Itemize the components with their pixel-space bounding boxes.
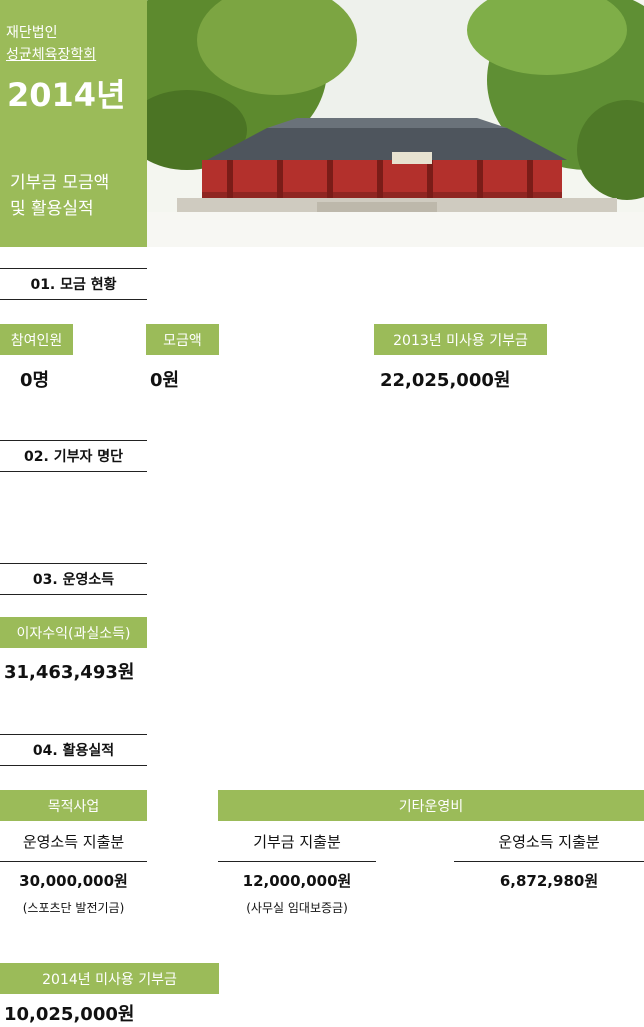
amount-label: 모금액 bbox=[146, 324, 219, 355]
subtitle-line1: 기부금 모금액 bbox=[10, 173, 110, 193]
col2-value: 12,000,000원 bbox=[242, 872, 352, 890]
section-title-donors: 02. 기부자 명단 bbox=[0, 440, 147, 472]
org-name-line2: 성균체육장학회 bbox=[6, 47, 97, 63]
col1-header: 운영소득 지출분 bbox=[0, 822, 147, 862]
col2-note: (사무실 임대보증금) bbox=[246, 901, 348, 915]
purpose-label: 목적사업 bbox=[0, 790, 147, 821]
other-expense-label: 기타운영비 bbox=[218, 790, 644, 821]
hall-photo bbox=[147, 0, 644, 247]
report-year: 2014년 bbox=[7, 76, 126, 114]
col3-value: 6,872,980원 bbox=[499, 872, 599, 890]
section-title-usage: 04. 활용실적 bbox=[0, 734, 147, 766]
unused-2014-value: 10,025,000원 bbox=[4, 1004, 135, 1025]
participants-value: 0명 bbox=[20, 370, 50, 391]
interest-label: 이자수익(과실소득) bbox=[0, 617, 147, 648]
participants-label: 참여인원 bbox=[0, 324, 73, 355]
unused-2013-label: 2013년 미사용 기부금 bbox=[374, 324, 547, 355]
org-name-line1: 재단법인 bbox=[6, 25, 58, 41]
unused-2014-label: 2014년 미사용 기부금 bbox=[0, 963, 219, 994]
col3-header: 운영소득 지출분 bbox=[454, 822, 644, 862]
unused-2013-value: 22,025,000원 bbox=[380, 370, 511, 391]
col1-note: (스포츠단 발전기금) bbox=[22, 901, 125, 915]
amount-value: 0원 bbox=[150, 370, 180, 391]
col1-value: 30,000,000원 bbox=[19, 872, 128, 890]
section-title-income: 03. 운영소득 bbox=[0, 563, 147, 595]
title-block: 재단법인 성균체육장학회 2014년 기부금 모금액 및 활용실적 bbox=[0, 0, 147, 247]
subtitle-line2: 및 활용실적 bbox=[10, 199, 94, 219]
col2-header: 기부금 지출분 bbox=[218, 822, 376, 862]
section-title-fundraising: 01. 모금 현황 bbox=[0, 268, 147, 300]
interest-value: 31,463,493원 bbox=[4, 662, 135, 683]
